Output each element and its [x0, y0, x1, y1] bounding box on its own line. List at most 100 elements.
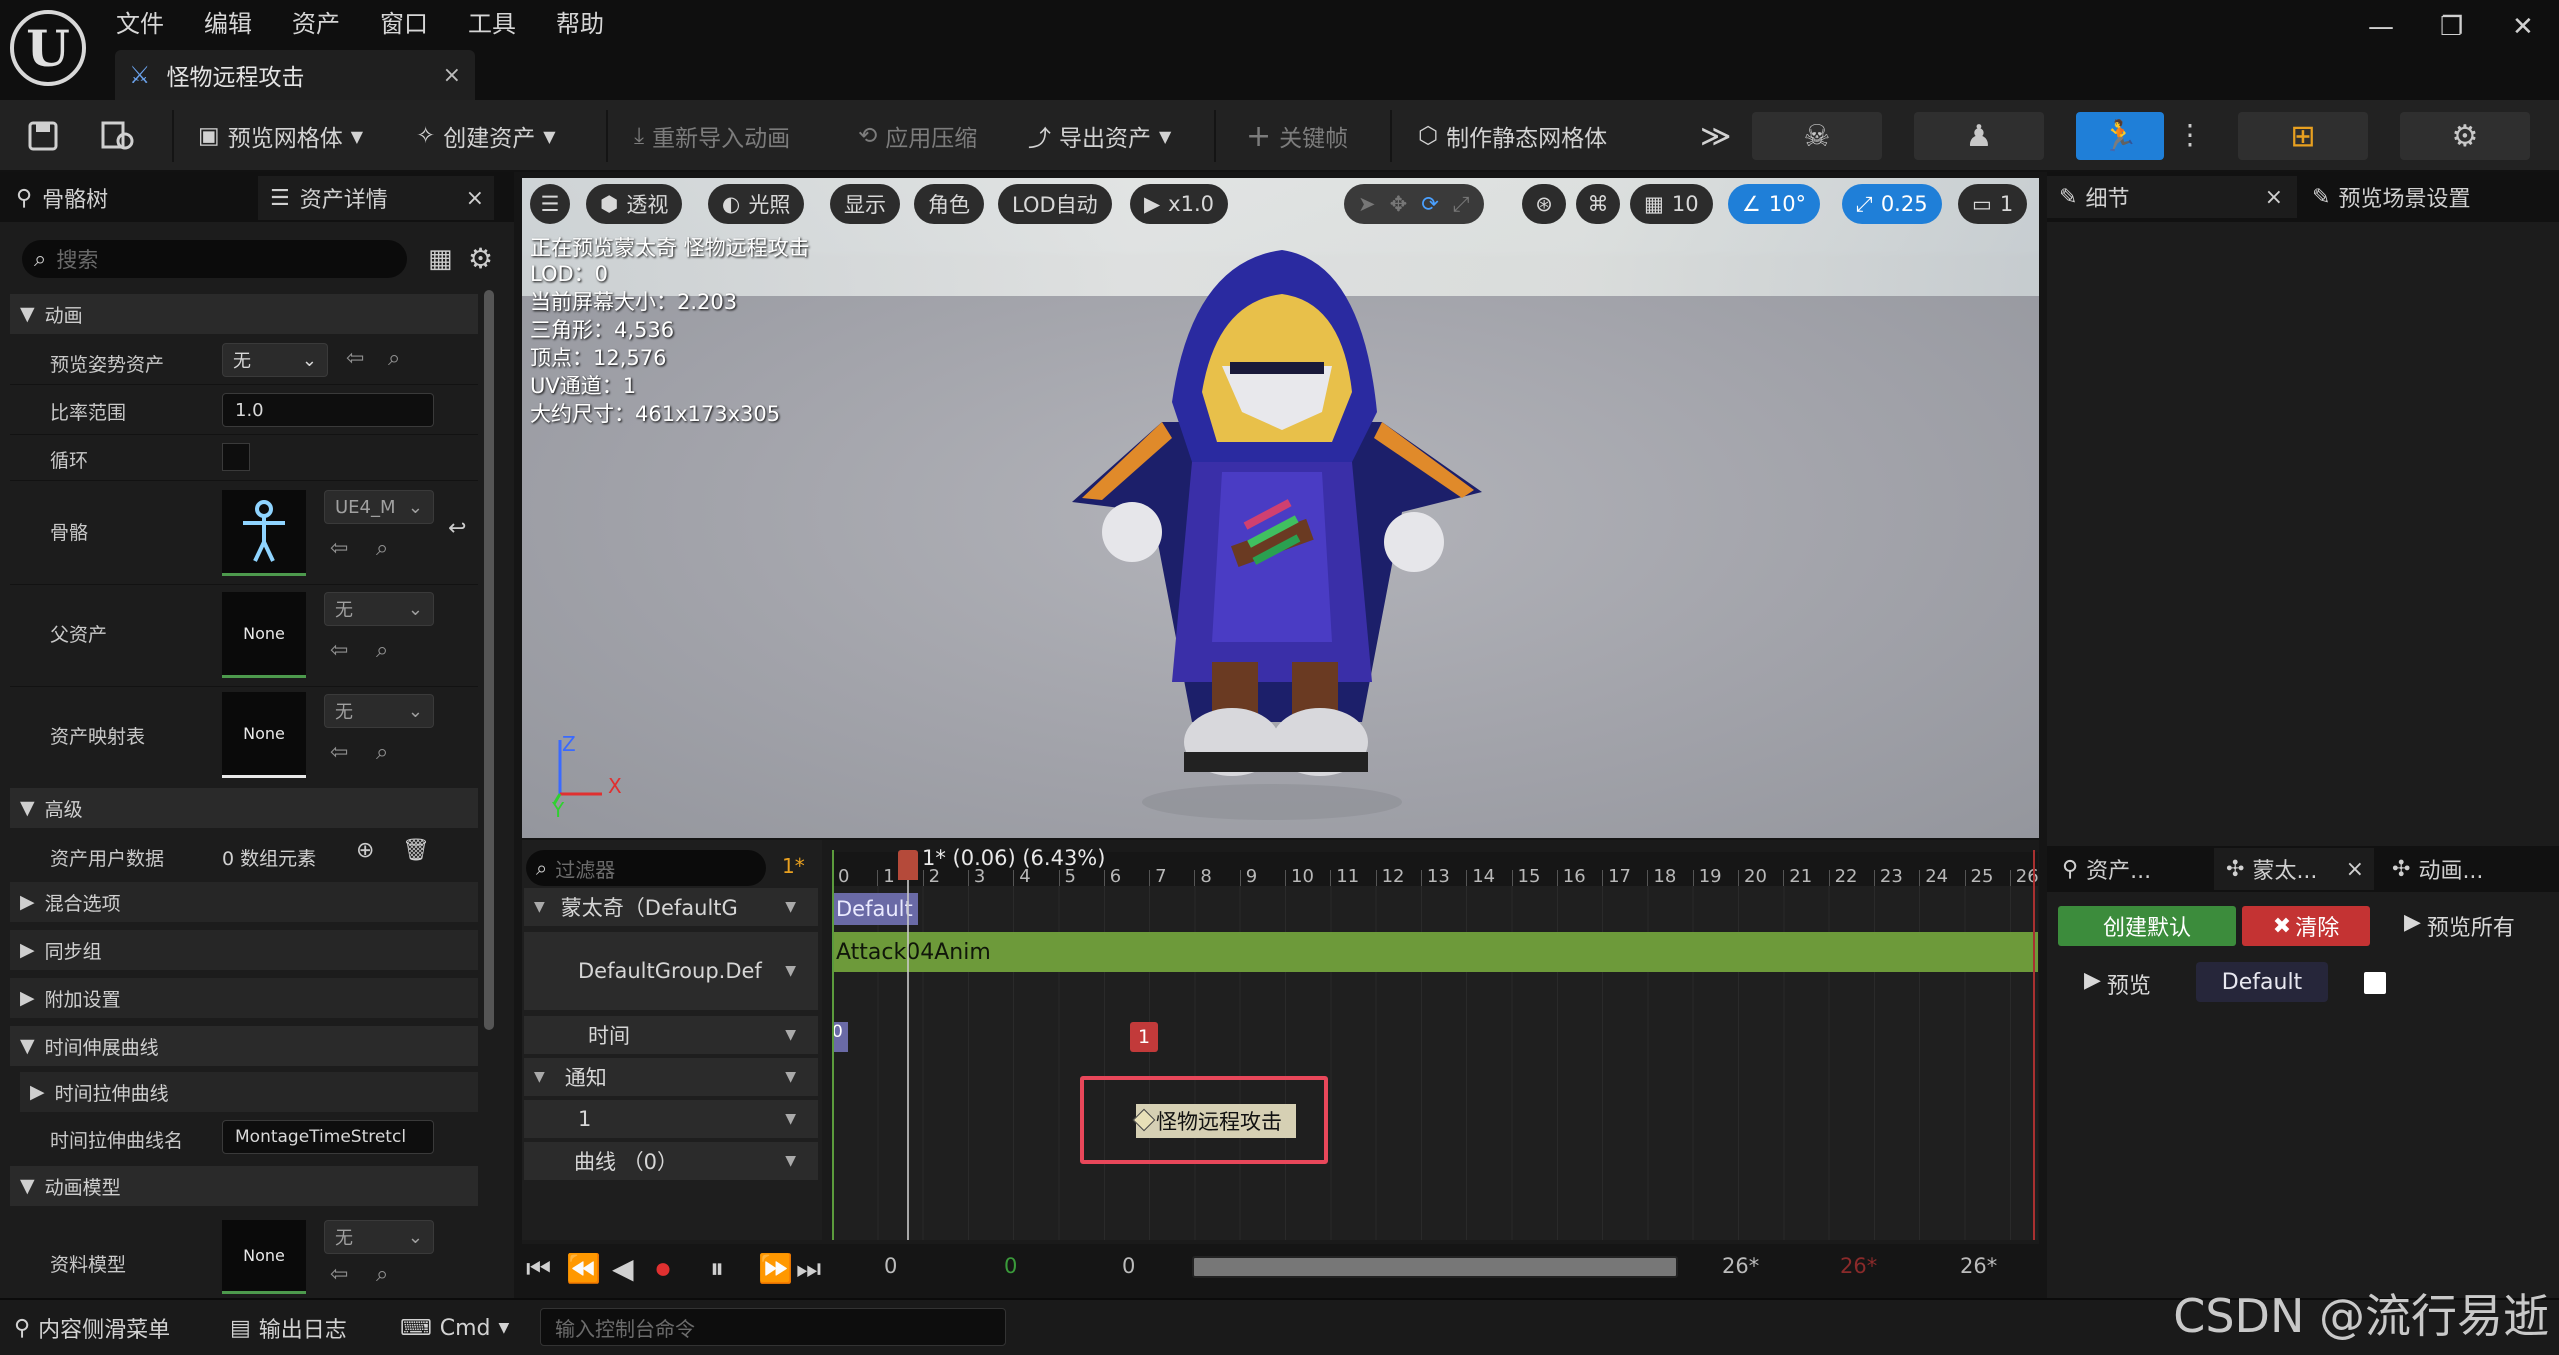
browse-asset-icon[interactable]: ⌕: [388, 346, 400, 371]
close-tab-icon[interactable]: ×: [2265, 185, 2283, 210]
working-range-start[interactable]: 0: [1004, 1254, 1017, 1278]
section-checkbox[interactable]: [2364, 972, 2386, 994]
browse-asset-icon[interactable]: ⌕: [376, 1262, 388, 1287]
reimport-anim-button[interactable]: ⤓ 重新导入动画: [634, 113, 790, 159]
chevron-down-icon[interactable]: ▼: [785, 963, 796, 979]
default-section-chip[interactable]: Default: [832, 893, 918, 925]
more-tools-button[interactable]: ≫: [1700, 113, 1731, 159]
tab-preview-scene-settings[interactable]: ✎ 预览场景设置: [2300, 176, 2482, 218]
local-space-icon[interactable]: ⊛: [1522, 184, 1566, 224]
table-view-icon[interactable]: ▦: [428, 244, 453, 274]
console-command-input[interactable]: 输入控制台命令: [540, 1308, 1006, 1346]
preview-all-button[interactable]: ▶ 预览所有: [2404, 910, 2515, 942]
time-track[interactable]: 时间 ▼: [524, 1016, 818, 1054]
move-icon[interactable]: ✥: [1390, 192, 1408, 216]
close-tab-icon[interactable]: ×: [466, 186, 484, 211]
perspective-button[interactable]: ⬢ 透视: [586, 184, 683, 224]
blueprint-mode-icon[interactable]: ⊞: [2238, 112, 2368, 160]
clear-button[interactable]: ✖ 清除: [2242, 906, 2370, 946]
chevron-down-icon[interactable]: ▼: [785, 1111, 796, 1127]
add-element-icon[interactable]: ⊕: [356, 838, 374, 863]
notify-track[interactable]: ▼ 通知 ▼: [524, 1058, 818, 1096]
rate-scale-input[interactable]: 1.0: [222, 393, 434, 427]
output-log-button[interactable]: ▤ 输出日志: [220, 1308, 357, 1348]
tab-details[interactable]: ✎ 细节 ×: [2047, 176, 2297, 218]
browse-icon[interactable]: [100, 113, 136, 159]
show-button[interactable]: 显示: [830, 184, 900, 224]
use-selected-icon[interactable]: ⇦: [330, 1262, 348, 1287]
section-blend-options[interactable]: ▶ 混合选项: [10, 882, 478, 922]
anim-segment[interactable]: Attack04Anim: [832, 932, 2038, 972]
menu-edit[interactable]: 编辑: [204, 4, 252, 39]
parent-asset-thumbnail[interactable]: None: [222, 592, 306, 678]
playback-start[interactable]: 0: [1122, 1254, 1135, 1278]
lod-auto-button[interactable]: LOD自动: [998, 184, 1112, 224]
menu-window[interactable]: 窗口: [380, 4, 428, 39]
section-anim-model[interactable]: ▼ 动画模型: [10, 1166, 478, 1206]
animation-mode-icon[interactable]: 🏃: [2076, 112, 2164, 160]
view-range-end[interactable]: 26*: [1960, 1254, 1997, 1278]
reset-arrow-icon[interactable]: ↩: [448, 516, 466, 541]
create-default-button[interactable]: 创建默认: [2058, 906, 2236, 946]
close-tab-icon[interactable]: ×: [443, 63, 461, 88]
montage-track[interactable]: ▼ 蒙太奇（DefaultG ▼: [524, 888, 818, 926]
step-forward-icon[interactable]: ⏩: [758, 1252, 793, 1285]
pause-icon[interactable]: ⏸: [710, 1252, 724, 1286]
playback-end[interactable]: 26*: [1722, 1254, 1759, 1278]
preview-viewport[interactable]: 正在预览蒙太奇 怪物远程攻击 LOD：0 当前屏幕大小：2.203 三角形：4,…: [522, 178, 2039, 838]
loop-checkbox[interactable]: [222, 443, 250, 471]
asset-map-thumbnail[interactable]: None: [222, 692, 306, 778]
chevron-down-icon[interactable]: ▼: [785, 1027, 796, 1043]
transform-tools[interactable]: ➤ ✥ ⟳ ⤢: [1344, 184, 1484, 224]
grid-snap-button[interactable]: ▦ 10: [1630, 184, 1713, 224]
section-advanced[interactable]: ▼ 高级: [10, 788, 478, 828]
to-start-icon[interactable]: ⏮: [526, 1252, 551, 1286]
data-model-thumbnail[interactable]: None: [222, 1220, 306, 1294]
cmd-button[interactable]: ⌨ Cmd ▼: [390, 1308, 519, 1348]
make-static-mesh-button[interactable]: ⬡ 制作静态网格体: [1418, 113, 1607, 159]
menu-tools[interactable]: 工具: [468, 4, 516, 39]
lighting-button[interactable]: ◐ 光照: [708, 184, 805, 224]
tab-asset-browser[interactable]: ⚲ 资产...: [2050, 848, 2163, 890]
camera-speed-button[interactable]: ▭ 1: [1958, 184, 2028, 224]
asset-map-combo[interactable]: 无 ⌄: [324, 694, 434, 728]
tab-asset-details[interactable]: ☰ 资产详情 ×: [258, 176, 494, 220]
section-time-stretch-sub[interactable]: ▶ 时间拉伸曲线: [20, 1072, 478, 1112]
create-asset-button[interactable]: ✧ 创建资产 ▼: [416, 113, 556, 159]
search-input[interactable]: ⌕ 搜索: [22, 240, 407, 278]
menu-help[interactable]: 帮助: [556, 4, 604, 39]
section-start-marker[interactable]: 0: [832, 1022, 848, 1052]
preview-mesh-button[interactable]: ▣ 预览网格体 ▼: [198, 113, 363, 159]
character-button[interactable]: 角色: [914, 184, 984, 224]
maximize-icon[interactable]: ❐: [2440, 12, 2463, 42]
preview-button[interactable]: ▶ 预览: [2084, 968, 2151, 1000]
playhead-handle[interactable]: [898, 850, 918, 880]
keyframe-button[interactable]: + 关键帧: [1246, 113, 1348, 159]
preview-pose-combo[interactable]: 无 ⌄: [222, 343, 328, 377]
use-selected-icon[interactable]: ⇦: [330, 740, 348, 765]
delete-icon[interactable]: 🗑: [402, 838, 430, 863]
angle-snap-button[interactable]: ∠ 10°: [1728, 184, 1821, 224]
settings-gear-icon[interactable]: ⚙: [468, 242, 493, 275]
record-icon[interactable]: ⏺: [656, 1252, 670, 1286]
play-reverse-icon[interactable]: ◀: [612, 1252, 634, 1285]
chevron-down-icon[interactable]: ▼: [785, 899, 796, 915]
skeleton-thumbnail[interactable]: [222, 490, 306, 576]
group-track[interactable]: DefaultGroup.Def ▼: [524, 932, 818, 1010]
view-range-start[interactable]: 0: [884, 1254, 897, 1278]
surface-snap-icon[interactable]: ⌘: [1576, 184, 1620, 224]
close-tab-icon[interactable]: ×: [2346, 857, 2364, 882]
section-default-button[interactable]: Default: [2196, 962, 2328, 1002]
character-model[interactable]: [1042, 242, 1502, 832]
viewport-menu-icon[interactable]: ☰: [530, 184, 570, 224]
working-range-end[interactable]: 26*: [1840, 1254, 1877, 1278]
section-attach-settings[interactable]: ▶ 附加设置: [10, 978, 478, 1018]
apply-compress-button[interactable]: ⟲ 应用压缩: [858, 113, 977, 159]
rotate-icon[interactable]: ⟳: [1421, 192, 1439, 216]
save-icon[interactable]: [26, 113, 60, 159]
chevron-down-icon[interactable]: ▼: [785, 1069, 796, 1085]
export-asset-button[interactable]: ⤴ 导出资产 ▼: [1028, 113, 1171, 159]
skeleton-combo[interactable]: UE4_M ⌄: [324, 490, 434, 524]
timeline-filter-input[interactable]: ⌕ 过滤器: [526, 850, 766, 886]
section-animation[interactable]: ▼ 动画: [10, 294, 478, 334]
